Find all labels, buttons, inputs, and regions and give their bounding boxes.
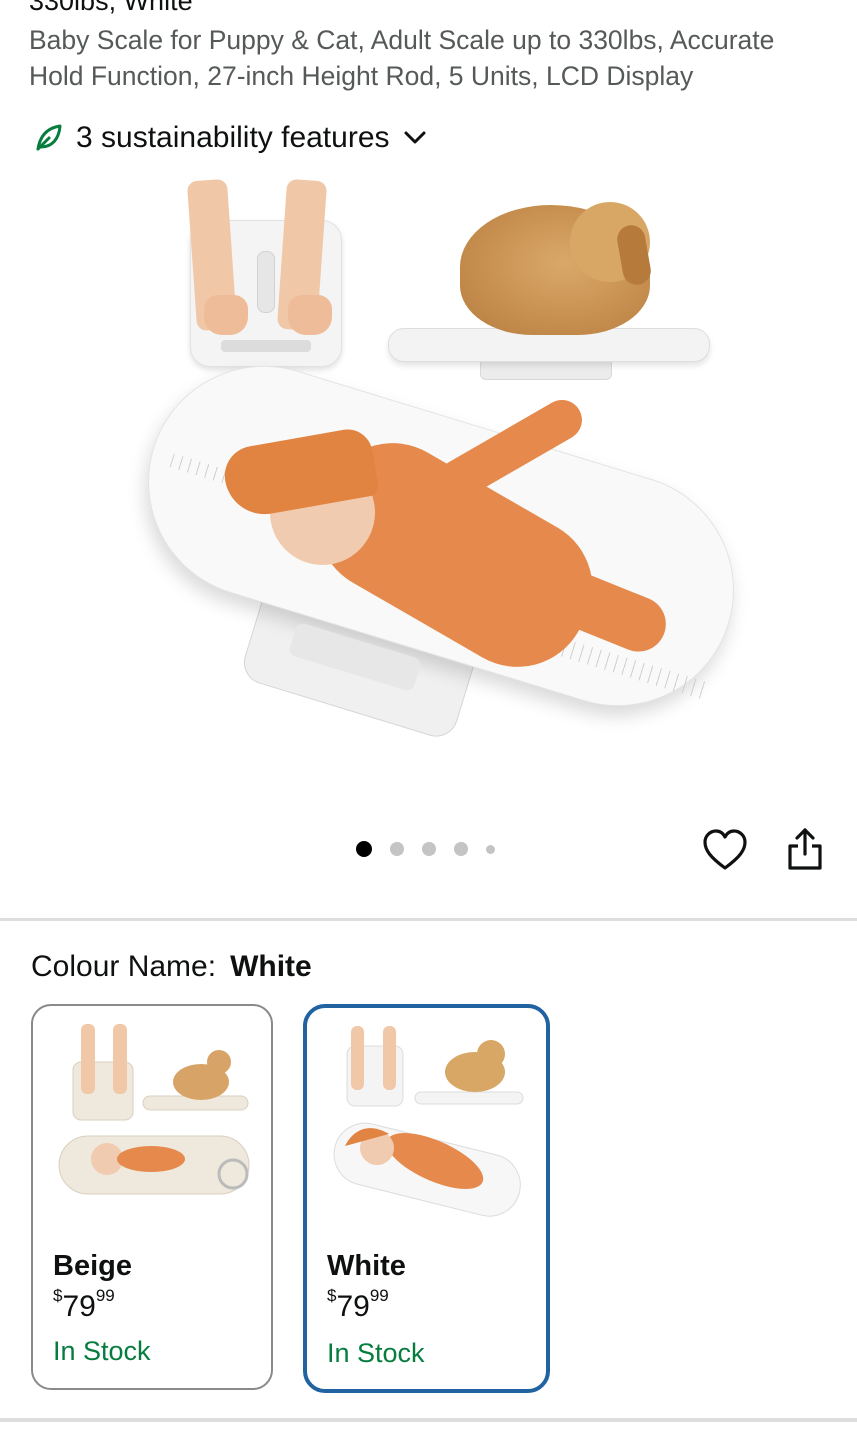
product-image-gallery[interactable] <box>119 178 763 780</box>
heart-icon[interactable] <box>702 828 748 872</box>
image-carousel-dots[interactable] <box>356 841 513 857</box>
product-title-overflow: 330lbs, White <box>29 0 193 16</box>
swatch-price: $7999 <box>53 1286 115 1323</box>
carousel-dot-2[interactable] <box>390 842 404 856</box>
sustainability-label: 3 sustainability features <box>76 121 390 154</box>
beige-thumbnail-image <box>58 1024 250 1195</box>
carousel-dot-3[interactable] <box>422 842 436 856</box>
colour-option-white[interactable]: White $7999 In Stock <box>303 1004 550 1393</box>
leaf-icon <box>36 124 62 151</box>
swatch-price: $7999 <box>327 1286 389 1323</box>
white-thumbnail-image <box>333 1026 524 1217</box>
swatch-name: White <box>327 1250 406 1282</box>
colour-label: Colour Name: <box>31 950 217 983</box>
colour-option-beige[interactable]: Beige $7999 In Stock <box>31 1004 273 1390</box>
section-divider-bottom <box>0 1418 857 1422</box>
stock-status: In Stock <box>327 1338 425 1368</box>
carousel-dot-1[interactable] <box>356 841 372 857</box>
section-divider <box>0 918 857 921</box>
colour-selected-value: White <box>230 950 312 983</box>
swatch-name: Beige <box>53 1250 132 1282</box>
share-icon[interactable] <box>786 826 824 872</box>
chevron-down-icon <box>404 131 426 144</box>
carousel-dot-4[interactable] <box>454 842 468 856</box>
product-title: Baby Scale for Puppy & Cat, Adult Scale … <box>29 25 775 91</box>
stock-status: In Stock <box>53 1336 151 1366</box>
carousel-dot-5[interactable] <box>486 844 495 854</box>
sustainability-features-toggle[interactable]: 3 sustainability features <box>32 118 428 158</box>
colour-name-row: Colour Name: White <box>31 950 312 984</box>
